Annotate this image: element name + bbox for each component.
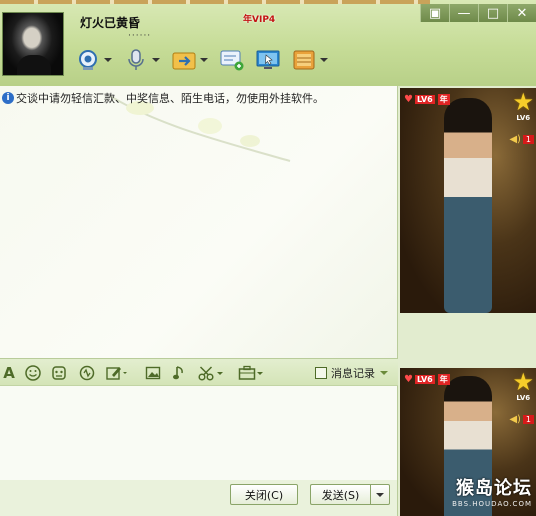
chat-toolbar <box>76 48 340 72</box>
contact-name: 灯火已黄昏 <box>80 16 141 30</box>
volume-indicator[interactable]: ◀) 1 <box>509 134 534 145</box>
contact-avatar[interactable] <box>2 12 64 76</box>
sms-add-icon <box>220 48 244 72</box>
watermark-title: 猴岛论坛 <box>456 478 532 499</box>
video-panel: ♥ LV6 年 ★ LV6 ◀) 1 ♥ LV6 年 ★ LV6 ◀) 1 猴岛… <box>398 86 536 516</box>
local-video[interactable]: ♥ LV6 年 ★ LV6 ◀) 1 猴岛论坛 BBS.HOUDAO.COM <box>400 368 536 516</box>
contact-status: ······ <box>128 31 152 41</box>
remote-assist-button[interactable] <box>256 48 280 72</box>
chevron-down-icon[interactable] <box>104 58 112 62</box>
send-options-button[interactable] <box>370 484 390 505</box>
send-file-button[interactable] <box>172 48 208 72</box>
minimize-button[interactable]: — <box>449 4 478 22</box>
maximize-button[interactable]: □ <box>478 4 507 22</box>
music-icon[interactable] <box>170 364 188 382</box>
security-notice: i 交谈中请勿轻信汇款、中奖信息、陌生电话，勿使用外挂软件。 <box>2 90 324 106</box>
chevron-down-icon <box>380 371 388 375</box>
level-badge: ♥ LV6 年 <box>404 374 450 385</box>
video-call-button[interactable] <box>76 48 112 72</box>
viewer-count: 1 <box>522 135 534 144</box>
webcam-icon <box>76 48 100 72</box>
send-button[interactable]: 发送(S) <box>310 484 370 505</box>
star-level-badge: ★ LV6 <box>512 90 534 122</box>
year-tag: 年 <box>437 94 450 105</box>
chat-header: 灯火已黄昏 ······ 年VIP4 ▣ — □ ✕ <box>0 0 536 86</box>
chevron-down-icon[interactable] <box>200 58 208 62</box>
file-transfer-icon <box>172 48 196 72</box>
viewer-count: 1 <box>522 415 534 424</box>
watermark-url: BBS.HOUDAO.COM <box>452 500 532 508</box>
close-window-button[interactable]: ✕ <box>507 4 536 22</box>
volume-indicator[interactable]: ◀) 1 <box>509 414 534 425</box>
top-decor-strip <box>0 0 430 4</box>
remote-assist-icon <box>256 48 280 72</box>
microphone-icon <box>124 48 148 72</box>
vip-badge[interactable]: 年VIP4 <box>243 12 275 25</box>
shake-window-icon[interactable] <box>78 364 96 382</box>
emoticon-icon[interactable] <box>24 364 42 382</box>
close-button[interactable]: 关闭(C) <box>230 484 298 505</box>
chevron-down-icon[interactable] <box>320 58 328 62</box>
chevron-down-icon[interactable] <box>152 58 160 62</box>
speaker-icon: ◀) <box>509 414 521 425</box>
security-notice-text: 交谈中请勿轻信汇款、中奖信息、陌生电话，勿使用外挂软件。 <box>16 92 324 105</box>
skin-menu-button[interactable]: ▣ <box>420 4 449 22</box>
send-sms-button[interactable] <box>220 48 244 72</box>
font-icon[interactable]: A <box>0 364 18 382</box>
heart-icon: ♥ <box>404 94 413 105</box>
forum-watermark: 猴岛论坛 BBS.HOUDAO.COM <box>452 474 532 508</box>
chevron-down-icon <box>376 492 384 497</box>
history-label: 消息记录 <box>331 367 375 380</box>
heart-icon: ♥ <box>404 374 413 385</box>
scribble-icon[interactable] <box>104 364 130 382</box>
voice-call-button[interactable] <box>124 48 160 72</box>
year-tag: 年 <box>437 374 450 385</box>
star-level-badge: ★ LV6 <box>512 370 534 402</box>
message-history-button[interactable]: 消息记录 <box>315 365 388 381</box>
screenshot-scissors-icon[interactable] <box>196 364 226 382</box>
history-icon <box>315 367 327 379</box>
level-text: LV6 <box>414 375 435 384</box>
send-image-icon[interactable] <box>144 364 162 382</box>
level-badge: ♥ LV6 年 <box>404 94 450 105</box>
apps-icon <box>292 48 316 72</box>
magic-emoticon-icon[interactable] <box>50 364 68 382</box>
star-icon: ★ <box>512 88 534 116</box>
format-toolbar: A 消息记录 <box>0 358 398 386</box>
message-input[interactable] <box>0 386 398 480</box>
bottom-bar: 关闭(C) 发送(S) <box>0 480 398 516</box>
video-person <box>444 98 492 313</box>
level-text: LV6 <box>414 95 435 104</box>
star-icon: ★ <box>512 368 534 396</box>
window-controls: ▣ — □ ✕ <box>420 4 536 22</box>
info-icon: i <box>2 92 14 104</box>
speaker-icon: ◀) <box>509 134 521 145</box>
apps-button[interactable] <box>292 48 328 72</box>
toolbox-icon[interactable] <box>236 364 266 382</box>
message-history[interactable]: i 交谈中请勿轻信汇款、中奖信息、陌生电话，勿使用外挂软件。 <box>0 86 398 358</box>
remote-video[interactable]: ♥ LV6 年 ★ LV6 ◀) 1 <box>400 88 536 313</box>
